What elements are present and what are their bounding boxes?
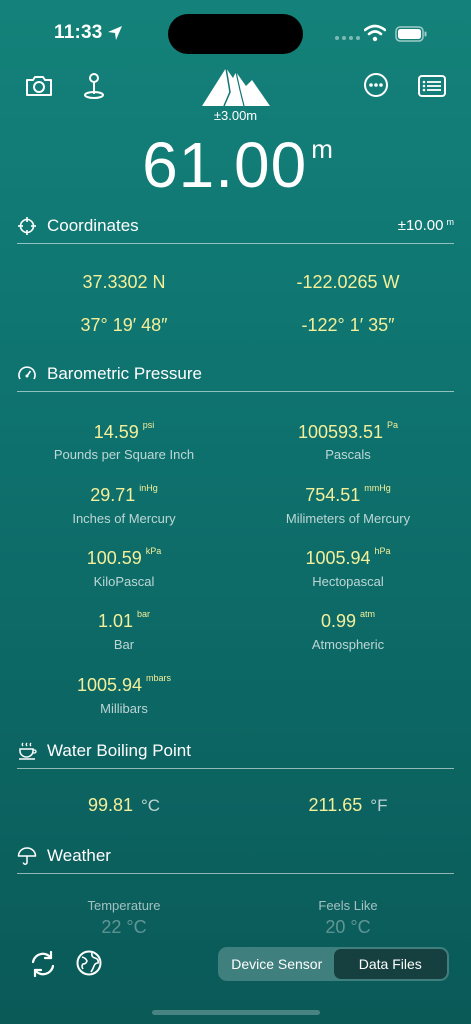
value-text: 1005.94 [76, 675, 143, 695]
pressure-value-mmhg: 754.51 mmHg [248, 483, 448, 506]
latitude-decimal: 37.3302 N [82, 272, 166, 292]
pressure-header: Barometric Pressure [17, 356, 454, 392]
value-text: 100593.51 [297, 422, 384, 442]
value-text: 14.59 [93, 422, 139, 442]
status-time: 11:33 [54, 22, 103, 43]
crosshair-icon [18, 216, 36, 235]
map-pin-icon[interactable] [78, 70, 110, 102]
pressure-value-mbars: 1005.94 mbars [24, 673, 224, 696]
value-text: 1.01 [97, 611, 134, 631]
segment-data-files[interactable]: Data Files [333, 949, 447, 979]
pressure-label-pa: Pascals [325, 447, 371, 462]
mountain-logo-icon [202, 67, 270, 107]
umbrella-icon [17, 846, 37, 865]
altitude-display: 61.00 m [0, 128, 471, 202]
value-text: 29.71 [90, 485, 136, 505]
pressure-value-kpa: 100.59 kPa [24, 546, 224, 569]
globe-icon[interactable] [74, 948, 104, 978]
boiling-celsius: 99.81 °C [24, 795, 224, 816]
longitude-dms: -122° 1′ 35″ [301, 315, 395, 335]
pressure-label-kpa: KiloPascal [93, 574, 155, 589]
boiling-fahrenheit: 211.65 °F [248, 795, 448, 816]
pressure-value-hpa: 1005.94 hPa [248, 546, 448, 569]
home-indicator [152, 1010, 320, 1015]
pressure-value-psi: 14.59 psi [24, 420, 224, 443]
value-text: 99.81 [87, 795, 133, 815]
value-text: 1005.94 [305, 548, 371, 568]
unit-text: °C [140, 796, 161, 815]
pressure-value-pa: 100593.51 Pa [248, 420, 448, 443]
coordinates-accuracy: ±10.00 m [398, 217, 454, 234]
weather-title: Weather [47, 845, 111, 865]
unit-text: inHg [139, 483, 158, 493]
pressure-label-psi: Pounds per Square Inch [53, 447, 195, 462]
source-segmented-control[interactable]: Device Sensor Data Files [218, 947, 449, 981]
pressure-title: Barometric Pressure [47, 363, 202, 383]
pressure-value-bar: 1.01 bar [24, 609, 224, 632]
value-text: 0.99 [320, 611, 357, 631]
latitude-dms: 37° 19′ 48″ [80, 315, 168, 335]
unit-text: kPa [145, 546, 162, 556]
unit-text: bar [137, 609, 151, 619]
data-log-icon[interactable] [416, 70, 448, 102]
pressure-value-inhg: 29.71 inHg [24, 483, 224, 506]
unit-text: atm [360, 609, 376, 619]
dynamic-island [168, 14, 303, 54]
boiling-title: Water Boiling Point [47, 740, 191, 760]
pressure-label-hpa: Hectopascal [312, 574, 384, 589]
boiling-header: Water Boiling Point [17, 733, 454, 769]
weather-header: Weather [17, 838, 454, 874]
pressure-label-mbars: Millibars [100, 701, 148, 716]
coordinates-accuracy-unit: m [446, 217, 455, 227]
weather-temp-label: Temperature [87, 898, 161, 913]
value-text: 754.51 [305, 485, 361, 505]
segment-device-sensor[interactable]: Device Sensor [220, 949, 334, 979]
longitude-decimal: -122.0265 W [296, 272, 400, 292]
pressure-label-atm: Atmospheric [311, 637, 385, 652]
pressure-label-bar: Bar [113, 637, 135, 652]
battery-icon [395, 26, 427, 42]
value-text: 100.59 [86, 548, 142, 568]
unit-text: mbars [146, 673, 172, 683]
cellular-signal-icon [335, 36, 360, 40]
unit-text: hPa [374, 546, 391, 556]
coordinates-title: Coordinates [47, 215, 139, 235]
unit-text: psi [142, 420, 155, 430]
more-options-icon[interactable] [360, 69, 392, 101]
gauge-icon [18, 365, 36, 379]
altitude-unit: m [311, 134, 333, 164]
camera-icon[interactable] [23, 70, 55, 102]
weather-feels-label: Feels Like [318, 898, 378, 913]
steaming-cup-icon [19, 742, 37, 760]
pressure-label-inhg: Inches of Mercury [72, 511, 176, 526]
unit-text: Pa [387, 420, 399, 430]
coordinates-accuracy-value: ±10.00 [397, 217, 444, 234]
altitude-value: 61.00 [142, 129, 308, 201]
unit-text: °F [370, 796, 388, 815]
coordinates-header: Coordinates ±10.00 m [17, 208, 454, 244]
pressure-value-atm: 0.99 atm [248, 609, 448, 632]
value-text: 211.65 [308, 795, 363, 815]
unit-text: mmHg [364, 483, 391, 493]
pressure-label-mmhg: Milimeters of Mercury [285, 511, 411, 526]
refresh-icon[interactable] [27, 948, 59, 980]
altitude-accuracy: ±3.00m [213, 108, 258, 123]
location-arrow-icon [108, 26, 122, 40]
wifi-icon [364, 24, 386, 42]
